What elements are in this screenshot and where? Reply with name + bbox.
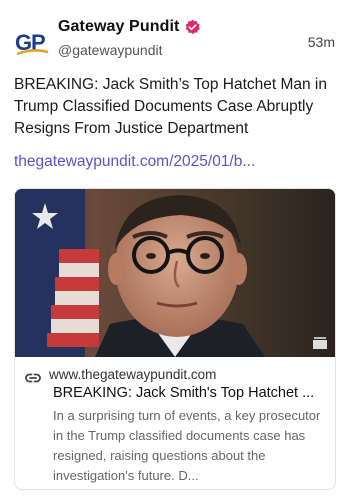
post-link[interactable]: thegatewaypundit.com/2025/01/b... xyxy=(14,153,255,171)
link-icon xyxy=(25,370,41,382)
gallery-icon xyxy=(313,337,327,349)
post[interactable]: G P Gateway Pundit @gatewaypundit 53m BR… xyxy=(0,0,349,500)
author-name[interactable]: Gateway Pundit xyxy=(58,18,179,36)
link-preview-card[interactable]: www.thegatewaypundit.com BREAKING: Jack … xyxy=(14,188,336,490)
preview-description: In a surprising turn of events, a key pr… xyxy=(53,408,321,483)
post-timestamp: 53m xyxy=(307,34,335,50)
post-header: G P Gateway Pundit @gatewaypundit 53m xyxy=(14,16,335,64)
author-handle[interactable]: @gatewaypundit xyxy=(58,42,163,58)
preview-domain: www.thegatewaypundit.com xyxy=(49,367,217,382)
post-text: BREAKING: Jack Smith’s Top Hatchet Man i… xyxy=(14,76,327,137)
verified-badge-icon xyxy=(184,19,201,36)
avatar[interactable]: G P xyxy=(14,24,50,60)
preview-image[interactable] xyxy=(15,189,335,357)
preview-title[interactable]: BREAKING: Jack Smith's Top Hatchet ... xyxy=(53,385,329,401)
gateway-pundit-logo: G P xyxy=(15,30,49,56)
preview-info[interactable]: www.thegatewaypundit.com BREAKING: Jack … xyxy=(15,357,335,489)
author-name-row[interactable]: Gateway Pundit xyxy=(58,18,201,36)
preview-domain-row: www.thegatewaypundit.com xyxy=(25,367,216,382)
